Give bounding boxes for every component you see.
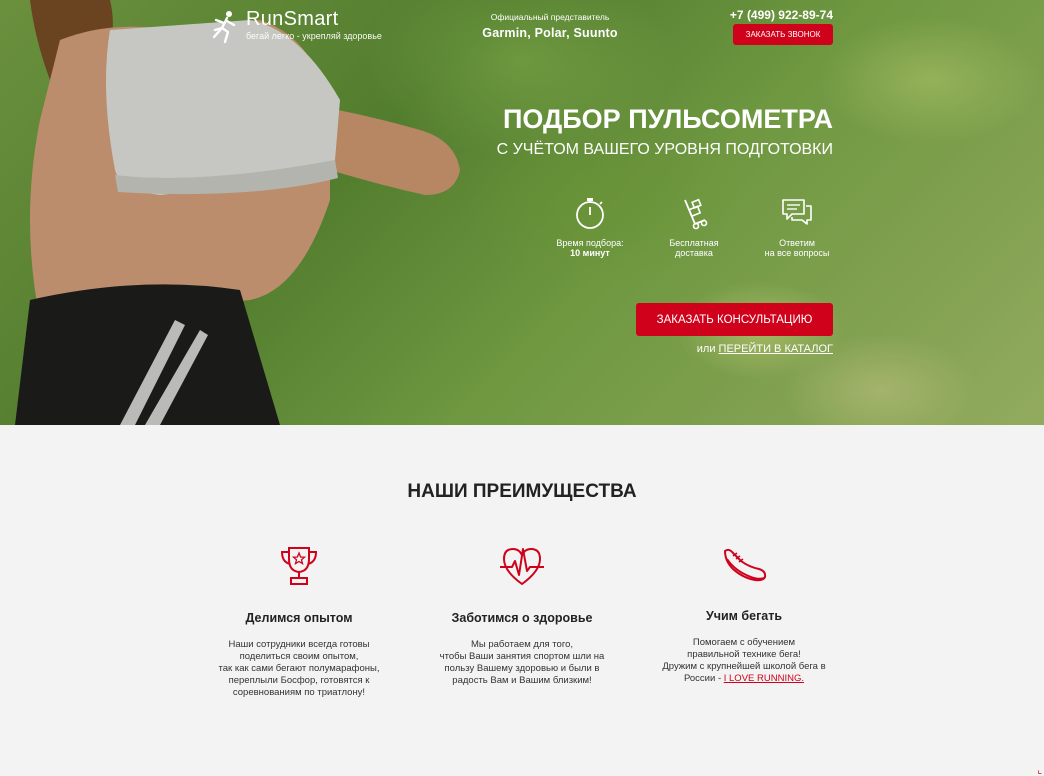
advantage-text: Помогаем с обучением правильной технике … (644, 637, 844, 685)
running-school-link[interactable]: I LOVE RUNNING. (724, 673, 804, 684)
text-line: так как сами бегают полумарафоны, (218, 663, 380, 674)
advantages-title: НАШИ ПРЕИМУЩЕСТВА (407, 481, 637, 502)
trophy-icon (280, 547, 318, 585)
text-line: Дружим с крупнейшей школой бега в (662, 661, 826, 672)
brand-tagline: бегай легко - укрепляй здоровье (246, 31, 382, 41)
phone-number[interactable]: +7 (499) 922-89-74 (726, 8, 833, 22)
text-line: переплыли Босфор, готовятся к (228, 675, 370, 686)
text-line: России - I LOVE RUNNING. (644, 673, 844, 685)
order-consultation-button[interactable]: ЗАКАЗАТЬ КОНСУЛЬТАЦИЮ (636, 303, 833, 336)
heart-pulse-icon (500, 547, 544, 586)
catalog-line: или ПЕРЕЙТИ В КАТАЛОГ (697, 343, 833, 355)
text-line: радость Вам и Вашим близким! (452, 675, 592, 686)
chat-icon (782, 199, 812, 225)
running-shoe-icon (723, 548, 767, 582)
feature-free-delivery: Бесплатная доставка (639, 196, 749, 258)
hero-subtitle: С УЧЁТОМ ВАШЕГО УРОВНЯ ПОДГОТОВКИ (496, 141, 833, 158)
text-line: пользу Вашему здоровью и были в (444, 663, 600, 674)
advantage-heading: Делимся опытом (245, 611, 353, 625)
feature-line: доставка (675, 248, 713, 258)
runner-logo-icon (212, 11, 236, 44)
text-line: Помогаем с обучением (692, 637, 796, 648)
feature-answers: Ответим на все вопросы (742, 196, 852, 258)
feature-line: на все вопросы (764, 248, 830, 258)
advantage-heading: Учим бегать (705, 609, 783, 623)
hero-section: RunSmart бегай легко - укрепляй здоровье… (0, 0, 1044, 425)
advantage-health: Заботимся о здоровье Мы работаем для тог… (422, 545, 622, 687)
feature-line: Ответим (779, 238, 815, 248)
text-line: правильной технике бега! (687, 649, 801, 660)
official-representative: Официальный представитель Garmin, Polar,… (480, 12, 620, 40)
text-line: чтобы Ваши занятия спортом шли на (439, 651, 605, 662)
advantage-text: Наши сотрудники всегда готовы поделиться… (199, 639, 399, 699)
rep-brands: Garmin, Polar, Suunto (482, 26, 618, 40)
text-line: Мы работаем для того, (470, 639, 574, 650)
or-text: или (696, 343, 716, 355)
advantage-text: Мы работаем для того, чтобы Ваши занятия… (422, 639, 622, 687)
feature-selection-time: Время подбора: 10 минут (535, 196, 645, 258)
advantage-teaching: Учим бегать Помогаем с обучением правиль… (644, 545, 844, 685)
rep-label: Официальный представитель (490, 12, 610, 22)
feature-line: Бесплатная (669, 238, 719, 248)
text-line: соревнованиям по триатлону! (232, 687, 366, 698)
feature-line-bold: 10 минут (570, 248, 610, 258)
request-call-button[interactable]: ЗАКАЗАТЬ ЗВОНОК (733, 24, 833, 45)
feature-line: Время подбора: (556, 238, 624, 248)
advantage-experience: Делимся опытом Наши сотрудники всегда го… (199, 545, 399, 699)
delivery-cart-icon (684, 198, 708, 230)
stopwatch-icon (576, 198, 604, 229)
corner-icon: ⌞ (1037, 765, 1042, 776)
logo[interactable]: RunSmart бегай легко - укрепляй здоровье (210, 8, 382, 44)
brand-name: RunSmart (246, 8, 339, 30)
hero-overlay (0, 0, 1044, 425)
text-line: Наши сотрудники всегда готовы (228, 639, 370, 650)
text-line: поделиться своим опытом, (239, 651, 359, 662)
hero-title: ПОДБОР ПУЛЬСОМЕТРА (502, 104, 833, 134)
text-prefix: России - (683, 673, 724, 684)
advantage-heading: Заботимся о здоровье (451, 611, 593, 625)
catalog-link[interactable]: ПЕРЕЙТИ В КАТАЛОГ (719, 343, 833, 355)
